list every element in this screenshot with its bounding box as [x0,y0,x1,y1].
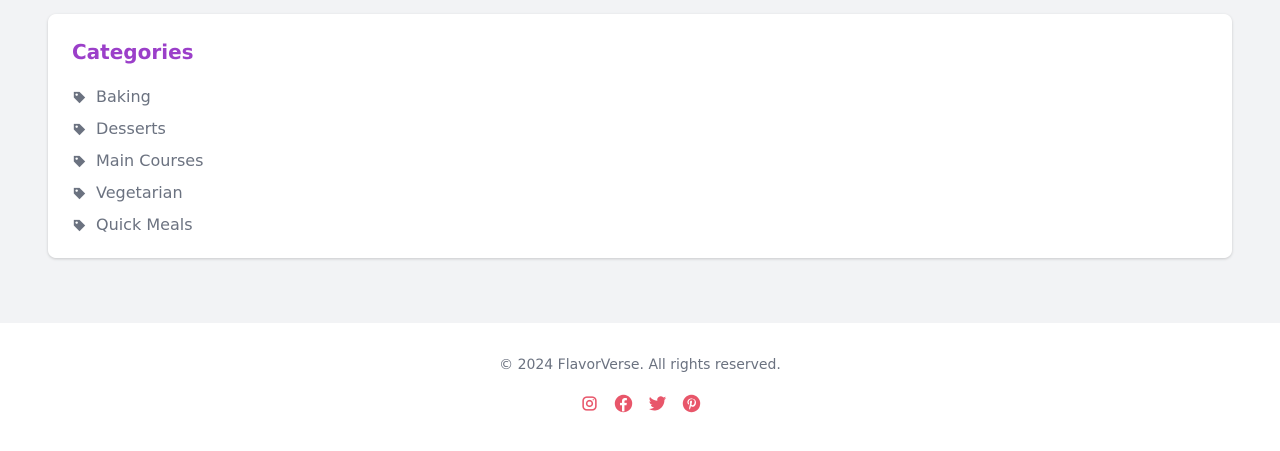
category-item-desserts[interactable]: Desserts [72,113,203,145]
categories-list: Baking Desserts Main Courses Vegetarian [72,81,203,241]
facebook-icon[interactable] [613,393,633,413]
copyright-text: © 2024 FlavorVerse. All rights reserved. [499,357,781,373]
category-item-main-courses[interactable]: Main Courses [72,145,203,177]
category-label: Quick Meals [96,215,193,234]
tag-icon [72,218,86,232]
tag-icon [72,90,86,104]
tag-icon [72,154,86,168]
categories-card: Categories Baking Desserts Main Courses [48,14,1232,258]
category-item-quick-meals[interactable]: Quick Meals [72,209,203,241]
category-label: Baking [96,87,151,106]
twitter-icon[interactable] [647,393,667,413]
tag-icon [72,186,86,200]
category-label: Main Courses [96,151,204,170]
tag-icon [72,122,86,136]
footer: © 2024 FlavorVerse. All rights reserved. [0,323,1280,451]
instagram-icon[interactable] [579,393,599,413]
main-content: Categories Baking Desserts Main Courses [0,0,1280,323]
category-label: Vegetarian [96,183,183,202]
category-item-vegetarian[interactable]: Vegetarian [72,177,203,209]
pinterest-icon[interactable] [681,393,701,413]
categories-title: Categories [72,40,194,64]
social-links [0,393,1280,413]
category-label: Desserts [96,119,166,138]
category-item-baking[interactable]: Baking [72,81,203,113]
